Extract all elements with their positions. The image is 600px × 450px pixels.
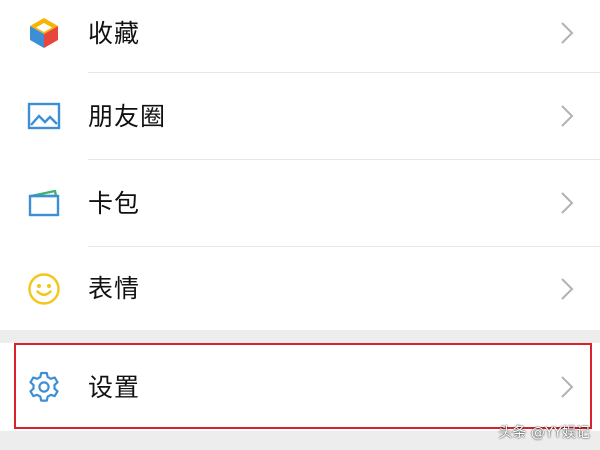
moments-photo-icon [26, 98, 62, 134]
menu-item-favorites[interactable]: 收藏 [0, 0, 600, 66]
menu-item-label: 表情 [88, 274, 141, 303]
gear-icon [26, 369, 62, 405]
menu-item-label: 卡包 [88, 188, 141, 218]
sticker-smiley-icon [26, 271, 62, 307]
menu-item-label: 朋友圈 [88, 101, 167, 131]
chevron-right-icon [558, 189, 576, 217]
menu-group-settings: 设置 [0, 343, 600, 431]
menu-group-top: 收藏 朋友圈 卡包 表情 [0, 0, 600, 330]
menu-item-label: 收藏 [88, 18, 141, 48]
chevron-right-icon [558, 102, 576, 130]
card-wallet-icon [26, 185, 62, 221]
chevron-right-icon [558, 373, 576, 401]
menu-item-card-wallet[interactable]: 卡包 [0, 160, 600, 246]
chevron-right-icon [558, 19, 576, 47]
menu-item-stickers[interactable]: 表情 [0, 247, 600, 330]
menu-item-moments[interactable]: 朋友圈 [0, 73, 600, 159]
menu-item-settings[interactable]: 设置 [0, 343, 600, 431]
menu-item-label: 设置 [88, 372, 141, 402]
chevron-right-icon [558, 275, 576, 303]
favorites-cube-icon [26, 15, 62, 51]
watermark-text: 头条 @YY娱记 [498, 425, 590, 441]
